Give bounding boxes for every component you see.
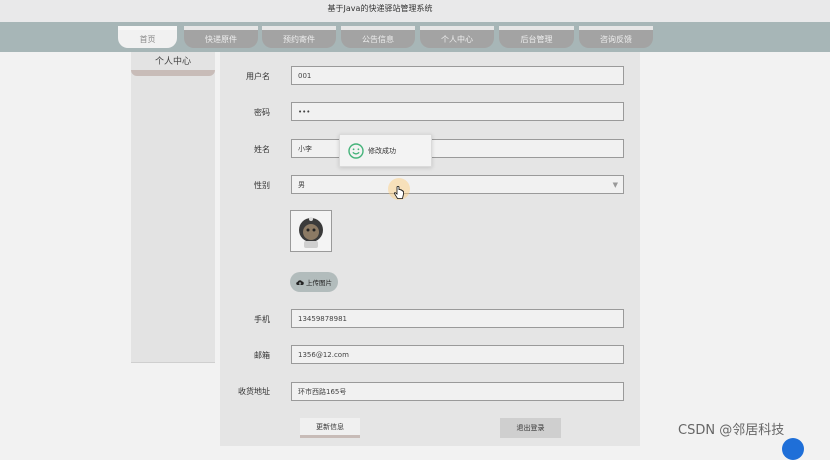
gender-label: 性别	[254, 181, 270, 190]
main-nav: 首页 快递原件 预约寄件 公告信息 个人中心 后台管理 咨询反馈	[0, 22, 830, 52]
nav-item-profile[interactable]: 个人中心	[420, 26, 494, 48]
nav-item-home[interactable]: 首页	[118, 26, 177, 48]
password-field[interactable]: •••	[291, 102, 624, 121]
nav-item-feedback[interactable]: 咨询反馈	[579, 26, 653, 48]
floating-action-button[interactable]	[782, 438, 804, 460]
title-bar: 基于Java的快递驿站管理系统	[0, 0, 830, 22]
toast-message: 修改成功	[368, 146, 396, 155]
logout-button[interactable]: 退出登录	[500, 418, 561, 438]
nav-item-express[interactable]: 快递原件	[184, 26, 258, 48]
phone-label: 手机	[254, 315, 270, 324]
email-label: 邮箱	[254, 351, 270, 360]
watermark: CSDN @邻居科技	[678, 423, 785, 438]
site-title: 基于Java的快递驿站管理系统	[327, 4, 433, 13]
avatar-image	[299, 217, 323, 248]
cloud-upload-icon	[296, 279, 304, 285]
nav-item-booking[interactable]: 预约寄件	[262, 26, 336, 48]
username-field[interactable]: 001	[291, 66, 624, 85]
hand-cursor-icon	[394, 186, 404, 199]
smile-icon	[348, 142, 364, 159]
chevron-down-icon: ▼	[612, 181, 618, 189]
sidebar-title: 个人中心	[154, 57, 191, 67]
sidebar-active-indicator[interactable]	[131, 70, 215, 76]
nav-item-admin[interactable]: 后台管理	[499, 26, 574, 48]
avatar	[290, 210, 332, 252]
upload-image-label: 上传图片	[306, 279, 332, 287]
phone-field[interactable]: 13459878981	[291, 309, 624, 328]
nav-item-notices[interactable]: 公告信息	[341, 26, 415, 48]
username-label: 用户名	[246, 72, 270, 81]
password-label: 密码	[254, 108, 270, 117]
address-field[interactable]: 环市西路165号	[291, 382, 624, 401]
update-info-button[interactable]: 更新信息	[300, 418, 360, 438]
name-label: 姓名	[254, 145, 270, 154]
sidebar: 个人中心	[131, 52, 215, 363]
address-label: 收货地址	[238, 387, 270, 396]
gender-select[interactable]: 男 ▼	[291, 175, 624, 194]
upload-image-button[interactable]: 上传图片	[290, 272, 338, 292]
gender-value: 男	[298, 180, 305, 189]
email-field[interactable]: 1356@12.com	[291, 345, 624, 364]
profile-form: 用户名 001 密码 ••• 姓名 小李 性别 男 ▼ 上传图片 手机 1345…	[220, 52, 640, 446]
success-toast: 修改成功	[339, 134, 432, 167]
